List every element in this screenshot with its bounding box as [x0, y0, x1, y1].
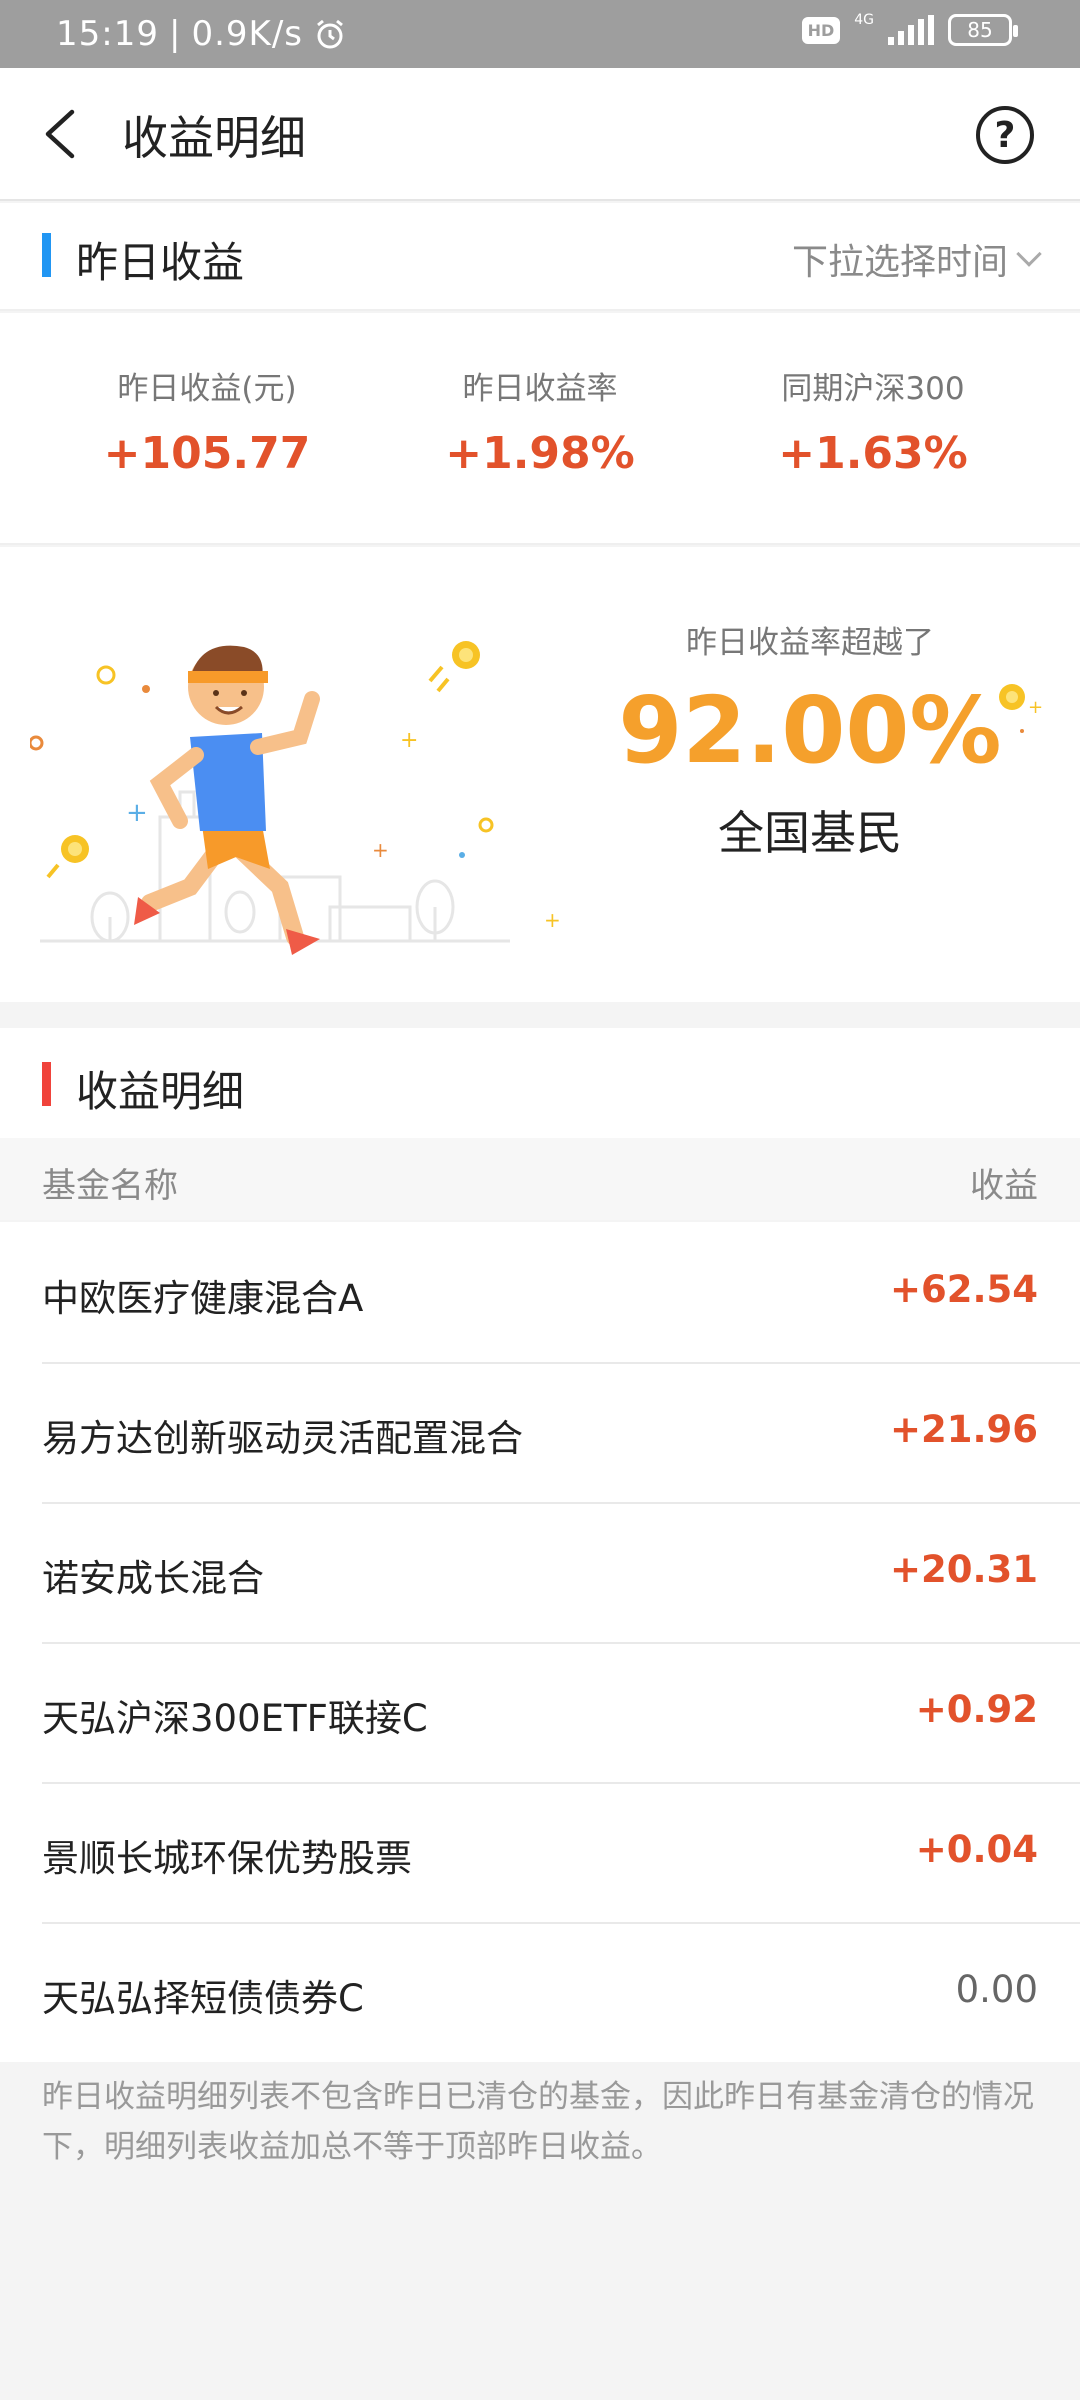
detail-section-header: 收益明细	[0, 1028, 1080, 1138]
time-select-dropdown[interactable]: 下拉选择时间	[791, 233, 1042, 285]
svg-text:+: +	[126, 798, 148, 828]
table-row[interactable]: 景顺长城环保优势股票 +0.04	[0, 1782, 1080, 1922]
fund-name: 中欧医疗健康混合A	[42, 1277, 364, 1320]
status-net-speed: 0.9K/s	[191, 14, 303, 54]
help-button[interactable]: ?	[976, 106, 1034, 164]
runner-illustration: + + + +	[30, 641, 561, 955]
fund-name: 诺安成长混合	[42, 1557, 264, 1600]
stat-hs300: 同期沪深300 +1.63%	[693, 363, 1053, 479]
status-time: 15:19	[56, 14, 159, 54]
table-row[interactable]: 诺安成长混合 +20.31	[0, 1502, 1080, 1642]
app-header: 收益明细 ?	[0, 68, 1080, 201]
ranking-banner: + + + + 昨日收益率超越了 92.00% 全国基民 +	[0, 547, 1080, 1002]
table-row[interactable]: 中欧医疗健康混合A +62.54	[0, 1222, 1080, 1362]
stat-yesterday-profit: 昨日收益(元) +105.77	[27, 363, 387, 479]
footnote: 昨日收益明细列表不包含昨日已清仓的基金，因此昨日有基金清仓的情况下，明细列表收益…	[42, 2079, 1034, 2165]
exceed-subtitle: 全国基民	[718, 806, 902, 860]
battery-icon: 85	[948, 14, 1018, 46]
svg-text:+: +	[544, 908, 561, 932]
fund-name: 易方达创新驱动灵活配置混合	[42, 1417, 523, 1460]
battery-level: 85	[967, 18, 993, 42]
stat-value: +105.77	[103, 428, 311, 479]
stat-value: +1.63%	[778, 428, 968, 479]
signal-icon	[888, 15, 934, 45]
svg-text:+: +	[372, 838, 389, 862]
chevron-left-icon	[45, 109, 75, 159]
stat-label: 同期沪深300	[781, 371, 965, 407]
svg-text:+: +	[1028, 697, 1043, 718]
fund-profit: +20.31	[889, 1548, 1038, 1591]
table-row[interactable]: 天弘弘择短债债券C 0.00	[0, 1922, 1080, 2062]
back-button[interactable]	[36, 104, 96, 164]
table-header: 基金名称 收益	[0, 1138, 1080, 1220]
stat-label: 昨日收益率	[462, 371, 618, 407]
exceed-label: 昨日收益率超越了	[686, 625, 934, 661]
status-right: HD 4G 85	[801, 12, 1018, 46]
network-type: 4G	[854, 12, 874, 28]
table-row[interactable]: 天弘沪深300ETF联接C +0.92	[0, 1642, 1080, 1782]
column-header-name: 基金名称	[42, 1166, 178, 1206]
fund-name: 景顺长城环保优势股票	[42, 1837, 412, 1880]
coin-icon: +	[999, 684, 1043, 733]
status-divider: |	[168, 14, 182, 54]
fund-profit: +0.92	[915, 1688, 1038, 1731]
table-row[interactable]: 易方达创新驱动灵活配置混合 +21.96	[0, 1362, 1080, 1502]
column-header-profit: 收益	[970, 1166, 1038, 1206]
page-title: 收益明细	[122, 111, 306, 165]
fund-list: 中欧医疗健康混合A +62.54 易方达创新驱动灵活配置混合 +21.96 诺安…	[0, 1222, 1080, 2062]
status-bar: 15:19 | 0.9K/s HD 4G 85	[0, 0, 1080, 68]
status-left: 15:19 | 0.9K/s	[56, 14, 347, 54]
yesterday-stats: 昨日收益(元) +105.77 昨日收益率 +1.98% 同期沪深300 +1.…	[0, 313, 1080, 545]
yesterday-title: 昨日收益	[76, 238, 245, 287]
chevron-down-icon	[1016, 241, 1042, 267]
exceed-percent: 92.00%	[618, 677, 1002, 784]
time-select-label: 下拉选择时间	[791, 242, 1008, 283]
svg-text:+: +	[400, 728, 418, 753]
fund-profit: +0.04	[915, 1828, 1038, 1871]
hd-badge: HD	[801, 16, 841, 44]
fund-profit: +21.96	[889, 1408, 1038, 1451]
fund-name: 天弘弘择短债债券C	[42, 1977, 364, 2020]
fund-profit: +62.54	[889, 1268, 1038, 1311]
alarm-icon	[317, 19, 343, 49]
section-accent-bar	[42, 233, 51, 277]
section-accent-bar	[42, 1062, 51, 1106]
detail-title: 收益明细	[76, 1067, 245, 1116]
fund-profit: 0.00	[955, 1968, 1038, 2011]
question-icon: ?	[994, 114, 1016, 156]
fund-name: 天弘沪深300ETF联接C	[42, 1697, 428, 1740]
yesterday-section-header: 昨日收益 下拉选择时间	[0, 203, 1080, 311]
stat-value: +1.98%	[445, 428, 635, 479]
stat-yesterday-rate: 昨日收益率 +1.98%	[360, 363, 720, 479]
stat-label: 昨日收益(元)	[117, 371, 297, 407]
